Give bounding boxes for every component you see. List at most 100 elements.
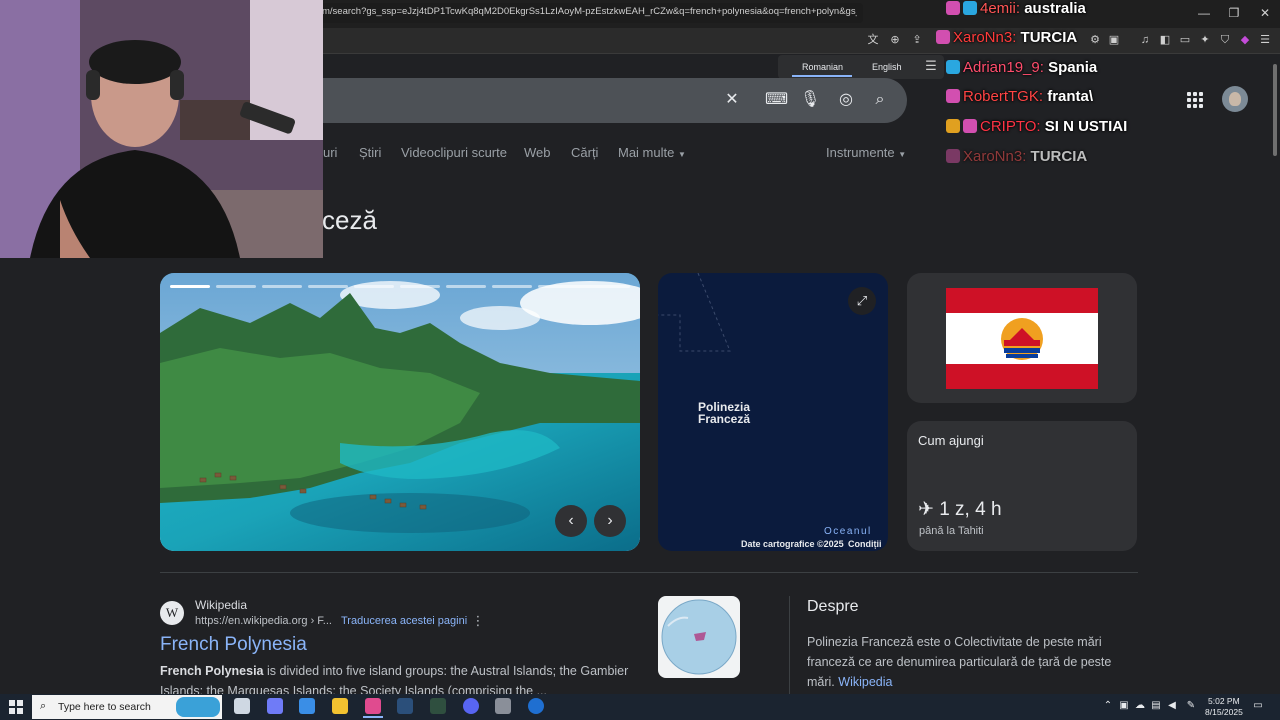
tab-news[interactable]: Știri (359, 145, 381, 160)
taskbar-search-placeholder[interactable]: Type here to search (58, 701, 151, 713)
notification-icon[interactable]: ▭ (1252, 700, 1264, 712)
chat-badge-icon (946, 149, 960, 163)
tab-more-label: Mai multe (618, 145, 675, 160)
translate-menu-icon[interactable]: ☰ (924, 58, 938, 74)
browser-menu-icon[interactable]: ☰ (1257, 32, 1273, 48)
expand-map-icon[interactable]: ⤢ (848, 287, 876, 315)
tray-app-icon[interactable]: ▣ (1118, 700, 1130, 712)
zoom-icon[interactable]: ⊕ (887, 32, 903, 48)
tab-books[interactable]: Cărți (571, 145, 598, 160)
pen-icon[interactable]: ✎ (1185, 700, 1197, 712)
wikipedia-logo-icon[interactable]: W (160, 601, 184, 625)
chat-message: Adrian19_9: Spania (946, 59, 1097, 81)
taskbar-clock-time[interactable]: 5:02 PM (1208, 696, 1240, 706)
next-image-button[interactable]: › (594, 505, 626, 537)
app-icon[interactable] (495, 698, 511, 714)
tray-overflow-icon[interactable]: ⌃ (1102, 700, 1114, 712)
progress-segment (538, 285, 630, 288)
about-heading: Despre (807, 598, 859, 615)
account-avatar[interactable] (1222, 86, 1248, 112)
result-title-link[interactable]: French Polynesia (160, 634, 307, 656)
extension-purple-icon[interactable]: ◆ (1237, 32, 1253, 48)
panel-divider (789, 596, 790, 696)
translate-active-indicator (792, 75, 852, 77)
windows-start-icon[interactable] (9, 700, 23, 714)
minimize-icon[interactable]: — (1189, 4, 1219, 22)
search-icon: ⌕ (40, 700, 47, 712)
taskbar-clock-date[interactable]: 8/15/2025 (1205, 707, 1243, 717)
progress-segment (354, 285, 394, 288)
wallet-icon[interactable]: ▭ (1177, 32, 1193, 48)
globe-image (661, 599, 737, 675)
travel-card-title: Cum ajungi (918, 433, 984, 448)
scrollbar-thumb[interactable] (1273, 64, 1277, 156)
tray-cloud-icon[interactable]: ☁ (1134, 700, 1146, 712)
result-site-name[interactable]: Wikipedia (195, 598, 247, 612)
translate-page-link[interactable]: Traducerea acestei pagini (341, 615, 467, 627)
result-snippet: French Polynesia is divided into five is… (160, 661, 640, 695)
screen: + — ❐ ✕ m/search?gs_ssp=eJzj4tDP1TcwKq8q… (0, 0, 1280, 720)
close-window-icon[interactable]: ✕ (1250, 4, 1280, 22)
knowledge-title: ceză (322, 205, 377, 235)
chat-message: XaroNn3: TURCIA (946, 148, 1087, 170)
address-bar-text[interactable]: m/search?gs_ssp=eJzj4tDP1TcwKq8qM2D0Ekgr… (322, 6, 857, 17)
edge-icon[interactable] (299, 698, 315, 714)
task-view-icon[interactable] (234, 698, 250, 714)
result-url[interactable]: https://en.wikipedia.org › F... (195, 615, 332, 627)
chat-text: australia (1024, 0, 1086, 17)
chat-message: CRIPTO: SI N USTIAI (946, 118, 1127, 140)
chat-username: Adrian19_9: (963, 59, 1044, 76)
chat-badge-icon (963, 119, 977, 133)
tab-images[interactable]: uri (323, 145, 337, 160)
map-ocean-label: Oceanul (824, 526, 872, 537)
slideshow-progress (170, 285, 630, 288)
sparkle-icon[interactable]: ✦ (1197, 32, 1213, 48)
chat-username: XaroNn3: (963, 148, 1027, 165)
music-icon[interactable]: ♫ (1137, 32, 1153, 48)
chrome-icon[interactable] (528, 698, 544, 714)
chat-message: XaroNn3: TURCIA (936, 29, 1077, 51)
tab-short-videos[interactable]: Videoclipuri scurte (401, 145, 507, 160)
steam-icon[interactable] (397, 698, 413, 714)
copilot-icon[interactable] (267, 698, 283, 714)
globe-thumbnail[interactable] (658, 596, 740, 678)
tab-web[interactable]: Web (524, 145, 551, 160)
translate-icon[interactable]: 文 (865, 32, 881, 48)
xbox-icon[interactable] (430, 698, 446, 714)
french-polynesia-flag (946, 288, 1098, 389)
tab-more[interactable]: Mai multe ▼ (618, 145, 686, 160)
airplane-icon: ✈ (918, 499, 934, 520)
map-terms-link[interactable]: Condiții (848, 539, 882, 549)
about-source-link[interactable]: Wikipedia (838, 675, 892, 689)
shield-icon[interactable]: ⛉ (1217, 32, 1233, 48)
clear-icon[interactable]: ✕ (722, 90, 742, 110)
tools-button[interactable]: Instrumente ▼ (826, 145, 906, 160)
microphone-icon[interactable]: 🎙 (800, 90, 820, 110)
chat-username: XaroNn3: (953, 29, 1017, 46)
maximize-icon[interactable]: ❐ (1219, 4, 1249, 22)
translate-source-option[interactable]: Romanian (802, 62, 843, 72)
chat-text: franta\ (1047, 88, 1094, 105)
volume-icon[interactable]: ◀ (1166, 700, 1178, 712)
translate-target-option[interactable]: English (872, 62, 902, 72)
sidebar-icon[interactable]: ◧ (1157, 32, 1173, 48)
apps-grid-icon[interactable] (1187, 92, 1203, 108)
keyboard-icon[interactable]: ⌨ (765, 90, 788, 110)
share-icon[interactable]: ⇪ (909, 32, 925, 48)
chat-badge-icon (946, 1, 960, 15)
extension-icon[interactable]: ⚙ (1087, 32, 1103, 48)
more-options-icon[interactable]: ⋮ (471, 613, 485, 629)
tray-network-icon[interactable]: ▤ (1150, 700, 1162, 712)
chevron-down-icon: ▼ (898, 150, 907, 159)
map-card[interactable] (658, 273, 888, 551)
travel-time: ✈ 1 z, 4 h (918, 498, 1002, 521)
discord-icon[interactable] (463, 698, 479, 714)
active-app-indicator (363, 716, 383, 718)
previous-image-button[interactable]: ‹ (555, 505, 587, 537)
search-highlight-icon (176, 697, 220, 717)
search-icon[interactable]: ⌕ (870, 90, 890, 110)
screenshot-icon[interactable]: ▣ (1106, 32, 1122, 48)
browser-app-icon[interactable] (365, 698, 381, 714)
file-explorer-icon[interactable] (332, 698, 348, 714)
lens-icon[interactable]: ◎ (836, 90, 856, 110)
